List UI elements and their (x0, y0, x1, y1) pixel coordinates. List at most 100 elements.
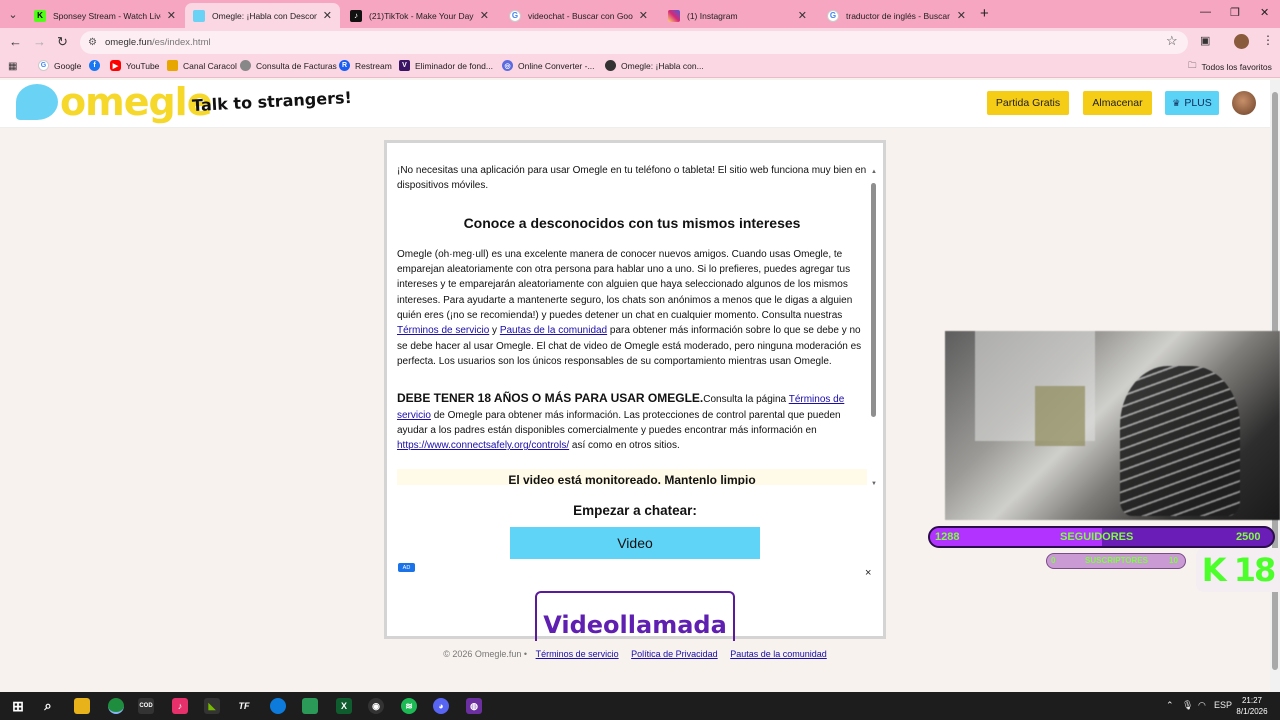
ad-close-icon[interactable]: × (865, 567, 871, 579)
store-app-icon[interactable] (302, 698, 318, 714)
bookmark-facturas[interactable]: Consulta de Facturas (240, 60, 337, 71)
bookmark-label: Google (54, 60, 82, 71)
bookmark-label: Restream (355, 60, 392, 71)
url-host: omegle.fun (104, 37, 152, 48)
search-icon[interactable]: ⌕ (40, 698, 56, 714)
microphone-icon[interactable]: 🎙 (1182, 700, 1193, 711)
tray-chevron-icon[interactable]: ⌃ (1166, 700, 1174, 711)
close-tab-icon[interactable]: ✕ (167, 9, 176, 22)
bookmark-restream[interactable]: R Restream (339, 60, 392, 71)
close-tab-icon[interactable]: ✕ (798, 9, 807, 22)
discord-icon[interactable]: ◕ (433, 698, 449, 714)
tab-title: Sponsey Stream - Watch Live o (53, 10, 161, 21)
tiktok-live-icon[interactable]: ♪ (172, 698, 188, 714)
clock-time: 21:27 (1241, 696, 1263, 705)
site-logo[interactable]: omegle (60, 80, 212, 124)
browser-toolbar: ← → ↻ ⚙ omegle.fun/es/index.html ☆ ▣ ⋮ (0, 28, 1280, 56)
tf-app-icon[interactable]: TF (236, 698, 252, 714)
bookmark-removebg[interactable]: V Eliminador de fond... (399, 60, 493, 71)
followers-label: SEGUIDORES (1060, 531, 1134, 543)
forward-icon[interactable]: → (33, 34, 46, 49)
tab-title: traductor de inglés - Buscar co (846, 10, 951, 21)
bookmark-label: Online Converter -... (518, 60, 595, 71)
bookmark-google[interactable]: G Google (38, 60, 81, 71)
all-bookmarks[interactable]: 🗀 Todos los favoritos (1188, 60, 1272, 74)
bookmark-star-icon[interactable]: ☆ (1166, 33, 1178, 49)
tab-instagram[interactable]: (1) Instagram ✕ (660, 3, 815, 28)
tab-google-translator[interactable]: G traductor de inglés - Buscar co ✕ (819, 3, 974, 28)
minimize-icon[interactable]: — (1200, 6, 1211, 18)
section-title: Conoce a desconocidos con tus mismos int… (463, 214, 801, 231)
nvidia-icon[interactable]: ◣ (204, 698, 220, 714)
close-tab-icon[interactable]: ✕ (323, 9, 332, 22)
footer-terms-link[interactable]: Términos de servicio (536, 649, 619, 659)
tiktok-icon: ♪ (350, 9, 362, 22)
ad-text: Videollamada (543, 611, 727, 639)
call-of-duty-icon[interactable]: COD (138, 698, 154, 714)
bookmark-converter[interactable]: ◎ Online Converter -... (502, 60, 595, 71)
bookmark-facebook[interactable]: f (89, 60, 105, 71)
tab-google-videochat[interactable]: G videochat - Buscar con Google ✕ (501, 3, 656, 28)
user-avatar[interactable] (1232, 91, 1256, 115)
bookmarks-bar: ▦ G Google f ▶ YouTube Canal Caracol Consu… (0, 56, 1280, 78)
reload-icon[interactable]: ↻ (57, 34, 68, 50)
apps-grid-icon[interactable]: ▦ (8, 61, 17, 72)
menu-icon[interactable]: ⋮ (1262, 33, 1274, 47)
chrome-icon[interactable] (108, 698, 124, 714)
close-tab-icon[interactable]: ✕ (957, 9, 966, 22)
twitch-app-icon[interactable]: ◍ (466, 698, 482, 714)
site-info-icon[interactable]: ⚙ (88, 37, 97, 48)
bookmark-caracol[interactable]: Canal Caracol (167, 60, 237, 71)
spotify-icon[interactable]: ≋ (401, 698, 417, 714)
extensions-icon[interactable]: ▣ (1200, 34, 1210, 47)
followers-current: 1288 (935, 531, 960, 543)
tab-search-icon[interactable]: ⌄ (4, 5, 22, 23)
moderation-notice: El video está monitoreado. Mantenlo limp… (397, 469, 867, 486)
scroll-down-icon[interactable]: ▼ (871, 481, 877, 487)
terms-link[interactable]: Términos de servicio (397, 325, 489, 336)
excel-icon[interactable]: X (336, 698, 352, 714)
age-body-1: Consulta la página (703, 394, 787, 406)
ad-banner[interactable]: Videollamada (535, 591, 735, 641)
edge-icon[interactable] (270, 698, 286, 714)
wifi-icon[interactable]: ◠ (1198, 700, 1206, 711)
close-tab-icon[interactable]: ✕ (639, 9, 648, 22)
footer-privacy-link[interactable]: Política de Privacidad (631, 649, 718, 659)
connectsafely-link[interactable]: https://www.connectsafely.org/controls/ (397, 440, 569, 451)
video-chat-button[interactable]: Video (510, 527, 760, 559)
info-scrollbar[interactable] (871, 173, 877, 485)
system-clock[interactable]: 21:27 8/1/2026 (1232, 695, 1272, 717)
address-bar[interactable]: ⚙ omegle.fun/es/index.html (80, 31, 1188, 54)
store-button[interactable]: Almacenar (1083, 91, 1152, 115)
page-footer: © 2026 Omegle.fun • Términos de servicio… (0, 649, 1270, 659)
tab-tiktok[interactable]: ♪ (21)TikTok - Make Your Day ✕ (342, 3, 497, 28)
restream-icon: R (339, 60, 350, 71)
language-indicator[interactable]: ESP (1214, 700, 1232, 710)
bookmark-omegle[interactable]: Omegle: ¡Habla con... (605, 60, 704, 71)
google-icon: G (38, 60, 49, 71)
age-body-3: así como en otros sitios. (571, 440, 680, 452)
restore-icon[interactable]: ❐ (1230, 6, 1240, 19)
close-window-icon[interactable]: ✕ (1260, 6, 1269, 19)
free-game-button[interactable]: Partida Gratis (987, 91, 1069, 115)
new-tab-button[interactable]: + (980, 5, 989, 22)
clock-date: 8/1/2026 (1236, 707, 1268, 716)
bookmark-youtube[interactable]: ▶ YouTube (110, 60, 159, 71)
file-explorer-icon[interactable] (74, 698, 90, 714)
tab-title: videochat - Buscar con Google (528, 10, 633, 21)
age-warning: DEBE TENER 18 AÑOS O MÁS PARA USAR OMEGL… (397, 391, 704, 406)
tab-sponsey[interactable]: K Sponsey Stream - Watch Live o ✕ (26, 3, 184, 28)
windows-start-icon[interactable]: ⊞ (10, 698, 26, 714)
obs-icon[interactable]: ◉ (368, 698, 384, 714)
info-scrollbar-thumb[interactable] (871, 183, 876, 417)
caracol-icon (167, 60, 178, 71)
back-icon[interactable]: ← (9, 34, 22, 49)
close-tab-icon[interactable]: ✕ (480, 9, 489, 22)
footer-guidelines-link[interactable]: Pautas de la comunidad (730, 649, 827, 659)
omegle-logo-icon[interactable] (16, 84, 58, 120)
profile-avatar[interactable] (1234, 34, 1249, 49)
plus-button[interactable]: ♛ PLUS (1165, 91, 1219, 115)
tab-omegle[interactable]: Omegle: ¡Habla con Desconoci ✕ (185, 3, 340, 28)
info-scroll-area[interactable]: ¡No necesitas una aplicación para usar O… (397, 163, 867, 493)
guidelines-link[interactable]: Pautas de la comunidad (500, 325, 607, 336)
